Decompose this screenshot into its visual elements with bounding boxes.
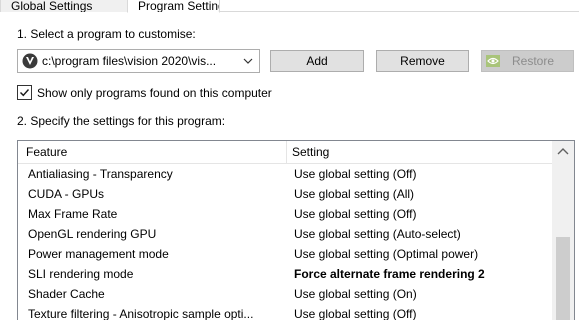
column-header-setting[interactable]: Setting [292,145,329,159]
table-row[interactable]: Texture filtering - Anisotropic sample o… [18,304,552,320]
feature-cell: Antialiasing - Transparency [28,167,173,181]
table-row[interactable]: Power management mode Use global setting… [18,244,552,264]
table-row[interactable]: Max Frame Rate Use global setting (Off) [18,204,552,224]
restore-button[interactable]: Restore [481,50,574,72]
checkmark-icon [20,89,30,97]
feature-cell: Shader Cache [28,287,105,301]
list-header: Feature Setting [18,141,552,164]
setting-cell: Use global setting (Optimal power) [294,247,479,261]
setting-cell: Use global setting (All) [294,187,415,201]
program-select-value: c:\program files\vision 2020\vis... [42,54,217,68]
table-row[interactable]: Antialiasing - Transparency Use global s… [18,164,552,184]
table-row[interactable]: Shader Cache Use global setting (On) [18,284,552,304]
show-only-found-label[interactable]: Show only programs found on this compute… [37,86,272,100]
tab-program-settings[interactable]: Program Settings [127,0,220,13]
scrollbar-thumb[interactable] [556,237,570,320]
feature-cell: Max Frame Rate [28,207,118,221]
remove-button[interactable]: Remove [376,50,469,72]
feature-cell: CUDA - GPUs [28,187,105,201]
program-settings-panel: Global Settings Program Settings 1. Sele… [0,0,579,320]
nvidia-logo-icon [486,55,500,67]
tab-global-settings[interactable]: Global Settings [0,0,128,12]
feature-cell: Texture filtering - Anisotropic sample o… [28,307,254,320]
setting-cell: Use global setting (Off) [294,167,417,181]
table-row[interactable]: SLI rendering mode Force alternate frame… [18,264,552,284]
restore-label: Restore [512,54,555,68]
feature-cell: Power management mode [28,247,169,261]
chevron-down-icon [243,58,253,64]
setting-cell: Use global setting (Off) [294,307,417,320]
feature-cell: SLI rendering mode [28,267,134,281]
show-only-found-checkbox[interactable] [17,85,32,100]
feature-cell: OpenGL rendering GPU [28,227,157,241]
program-select[interactable]: c:\program files\vision 2020\vis... [17,49,260,73]
setting-cell: Use global setting (Auto-select) [294,227,461,241]
scroll-up-arrow-icon[interactable] [557,147,569,157]
column-header-feature[interactable]: Feature [26,145,67,159]
settings-list[interactable]: Feature Setting Antialiasing - Transpare… [17,140,575,320]
setting-cell: Use global setting (Off) [294,207,417,221]
setting-cell: Use global setting (On) [294,287,417,301]
step1-label: 1. Select a program to customise: [17,27,196,41]
table-row[interactable]: OpenGL rendering GPU Use global setting … [18,224,552,244]
setting-cell-modified: Force alternate frame rendering 2 [294,267,485,281]
vertical-scrollbar[interactable] [552,141,574,320]
column-divider[interactable] [286,141,287,163]
vision-app-icon [22,53,38,69]
add-button[interactable]: Add [270,50,364,72]
table-row[interactable]: CUDA - GPUs Use global setting (All) [18,184,552,204]
step2-label: 2. Specify the settings for this program… [17,114,226,128]
